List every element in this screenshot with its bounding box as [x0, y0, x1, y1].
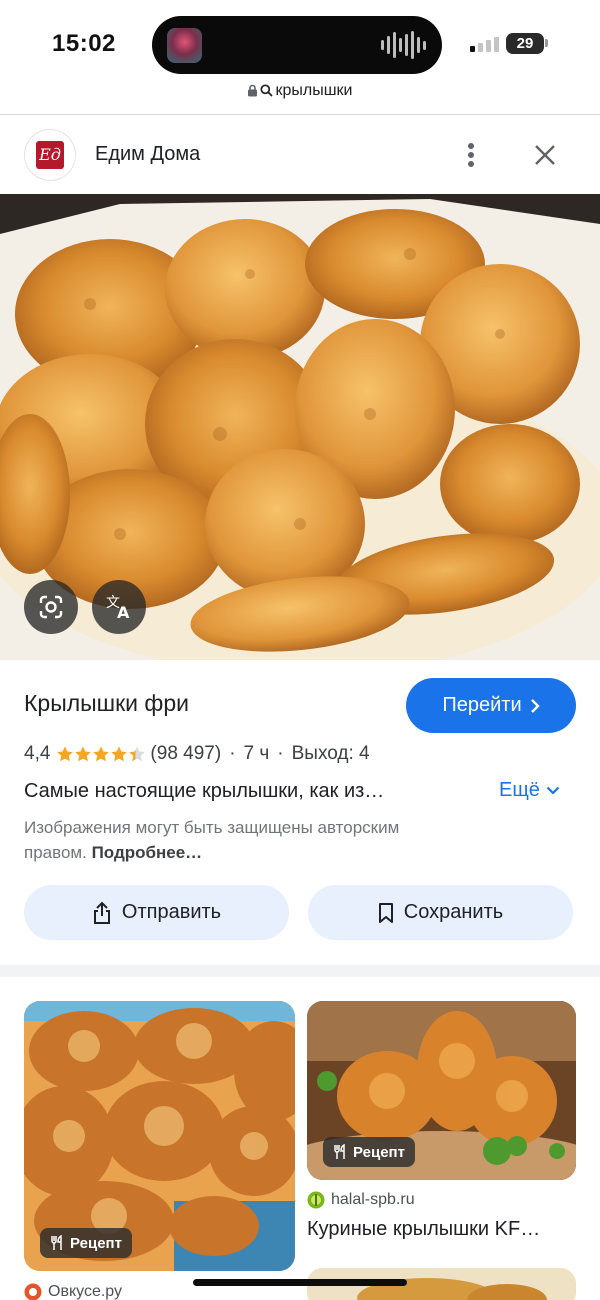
- recipe-badge: Рецепт: [40, 1228, 132, 1258]
- fried-chicken-photo: [0, 194, 600, 660]
- battery-indicator: 29: [506, 33, 544, 54]
- rating-stars: [56, 745, 146, 763]
- status-bar: 15:02 29: [0, 0, 600, 80]
- related-source-name: Овкусе.ру: [48, 1283, 123, 1300]
- star-icon: [93, 746, 110, 762]
- ovkuse-favicon-icon: [24, 1283, 42, 1300]
- recipe-badge-label: Рецепт: [70, 1234, 122, 1252]
- related-result-image[interactable]: Рецепт: [307, 1001, 576, 1180]
- close-icon: [535, 145, 555, 165]
- star-icon: [75, 746, 92, 762]
- result-description: Самые настоящие крылышки, как из…: [24, 780, 385, 802]
- audio-waveform-icon: [381, 31, 426, 59]
- result-image[interactable]: [0, 194, 600, 660]
- google-lens-button[interactable]: [24, 580, 78, 634]
- source-header: Ед Едим Дома: [0, 118, 600, 194]
- clock: 15:02: [52, 30, 116, 57]
- cellular-signal-icon: [470, 36, 499, 52]
- related-result-image[interactable]: Рецепт: [24, 1001, 295, 1271]
- now-playing-artwork: [167, 28, 202, 63]
- dynamic-island[interactable]: [152, 16, 442, 74]
- recipe-meta: 4,4 (98 497) · 7 ч · Выход: 4: [24, 743, 370, 765]
- related-source-name: halal-spb.ru: [331, 1191, 415, 1208]
- recipe-badge-label: Рецепт: [353, 1143, 405, 1161]
- translate-icon: 文 A: [106, 595, 130, 622]
- google-lens-icon: [39, 595, 63, 619]
- separator-dot: ·: [277, 743, 284, 764]
- more-vert-icon: [468, 143, 474, 167]
- separator-dot: ·: [229, 743, 236, 764]
- servings: Выход: 4: [291, 743, 370, 764]
- translate-button[interactable]: 文 A: [92, 580, 146, 634]
- address-bar[interactable]: крылышки: [0, 82, 600, 102]
- fork-knife-icon: [51, 1235, 62, 1250]
- bookmark-icon: [378, 902, 393, 923]
- share-button[interactable]: Отправить: [24, 885, 289, 940]
- lock-icon: [247, 84, 258, 102]
- home-indicator[interactable]: [193, 1279, 407, 1286]
- url-text: крылышки: [275, 82, 353, 99]
- source-name[interactable]: Едим Дома: [95, 143, 200, 166]
- star-icon: [111, 746, 128, 762]
- rating-value: 4,4: [24, 743, 51, 764]
- visit-button[interactable]: Перейти: [406, 678, 576, 733]
- save-button-label: Сохранить: [403, 901, 504, 923]
- fork-knife-icon: [334, 1144, 345, 1159]
- copyright-text: Изображения могут быть защищены авторски…: [24, 818, 400, 862]
- close-button[interactable]: [528, 138, 562, 172]
- recipe-badge: Рецепт: [323, 1137, 415, 1167]
- chevron-right-icon: [530, 698, 540, 713]
- result-title: Крылышки фри: [24, 690, 189, 716]
- related-title[interactable]: Куриные крылышки KF…: [307, 1218, 540, 1241]
- share-button-label: Отправить: [121, 901, 222, 923]
- source-logo[interactable]: Ед: [24, 129, 76, 181]
- expand-more-button[interactable]: Ещё: [499, 779, 560, 802]
- section-divider: [0, 965, 600, 977]
- visit-button-label: Перейти: [442, 694, 522, 716]
- expand-more-label: Ещё: [499, 779, 540, 801]
- cook-time: 7 ч: [243, 743, 270, 764]
- star-icon: [57, 746, 74, 762]
- learn-more-link[interactable]: Подробнее…: [92, 843, 203, 862]
- divider: [0, 114, 600, 115]
- more-options-button[interactable]: [456, 138, 486, 172]
- share-icon: [93, 901, 110, 924]
- svg-text:A: A: [117, 603, 130, 622]
- review-count: (98 497): [150, 743, 222, 764]
- save-button[interactable]: Сохранить: [308, 885, 573, 940]
- chevron-down-icon: [546, 786, 560, 795]
- halal-spb-favicon-icon: [307, 1191, 325, 1209]
- copyright-notice: Изображения могут быть защищены авторски…: [24, 815, 464, 865]
- star-icon: [129, 746, 146, 762]
- related-source[interactable]: halal-spb.ru: [307, 1191, 415, 1209]
- search-icon: [260, 84, 274, 102]
- related-source[interactable]: Овкусе.ру: [24, 1283, 122, 1300]
- source-logo-mark: Ед: [36, 141, 64, 169]
- battery-cap: [545, 39, 548, 47]
